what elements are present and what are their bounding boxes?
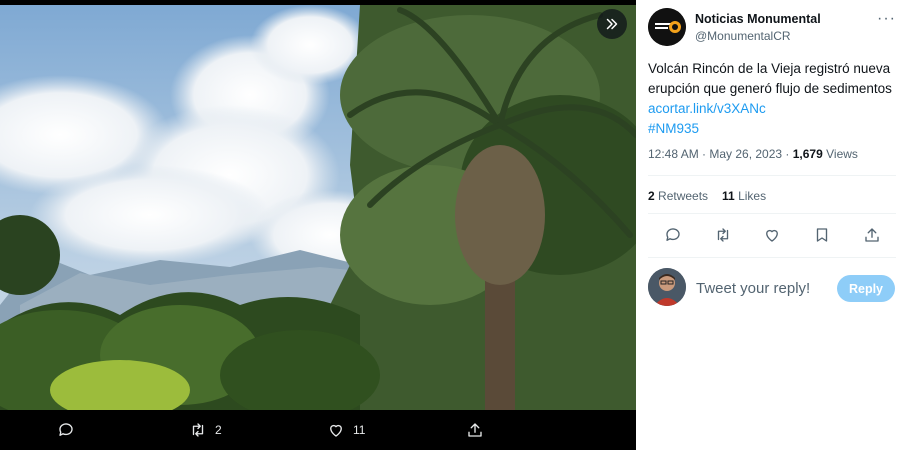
tweet-actions [648,224,896,246]
views-label: Views [822,147,858,161]
tweet-timestamp[interactable]: 12:48 AM · May 26, 2023 · [648,147,793,161]
tweet-detail-panel: Noticias Monumental @MonumentalCR ··· Vo… [636,0,900,450]
reply-action-button[interactable] [662,224,684,246]
media-viewer: 2 11 [0,0,636,450]
divider [648,213,896,214]
like-action-button[interactable] [761,224,783,246]
tweet-link[interactable]: acortar.link/v3XANc [648,101,766,116]
tweet-meta: 12:48 AM · May 26, 2023 · 1,679 Views [648,147,858,161]
retweets-count: 2 [648,189,655,203]
reply-input[interactable] [696,276,834,300]
share-action-button[interactable] [861,224,883,246]
retweet-icon [192,423,204,437]
retweet-action-button[interactable] [712,224,734,246]
reply-button[interactable]: Reply [837,275,895,302]
bookmark-icon [816,228,828,242]
bookmark-action-button[interactable] [811,224,833,246]
share-icon [468,423,482,437]
divider [648,175,896,176]
expand-panel-button[interactable] [597,9,627,39]
media-reply-button[interactable] [57,410,83,450]
more-options-button[interactable]: ··· [877,10,896,28]
media-like-count: 11 [353,423,366,437]
media-retweet-button[interactable]: 2 [189,410,222,450]
likes-count: 11 [722,189,735,203]
likes-label: Likes [734,189,767,203]
views-count: 1,679 [792,147,823,161]
tweet-body: Volcán Rincón de la Vieja registró nueva… [648,61,892,96]
tweet-author: Noticias Monumental @MonumentalCR ··· [648,8,896,48]
author-handle[interactable]: @MonumentalCR [695,29,791,43]
retweets-label: Retweets [654,189,709,203]
likes-stat[interactable]: 11 Likes [722,189,766,203]
tweet-hashtag[interactable]: #NM935 [648,121,699,136]
user-avatar[interactable] [648,268,686,306]
tweet-text: Volcán Rincón de la Vieja registró nueva… [648,59,894,139]
tweet-photo [0,5,636,410]
media-like-button[interactable]: 11 [327,410,365,450]
speech-bubble-icon [666,228,680,241]
media-retweet-count: 2 [215,423,222,437]
speech-bubble-icon [59,423,73,436]
divider [648,257,896,258]
heart-icon [330,424,342,437]
tweet-stats: 2 Retweets 11 Likes [648,189,766,203]
user-photo-icon [648,268,686,306]
media-share-button[interactable] [466,410,492,450]
double-chevron-right-icon [606,18,618,30]
retweet-icon [717,228,729,242]
reply-composer: Reply [648,268,896,308]
media-action-bar: 2 11 [0,410,636,450]
retweets-stat[interactable]: 2 Retweets [648,189,708,203]
share-icon [865,228,879,242]
volcano-landscape-image [0,5,636,410]
monumental-logo-icon [648,8,686,46]
heart-icon [766,229,778,242]
author-name[interactable]: Noticias Monumental [695,12,821,26]
author-avatar[interactable] [648,8,686,46]
